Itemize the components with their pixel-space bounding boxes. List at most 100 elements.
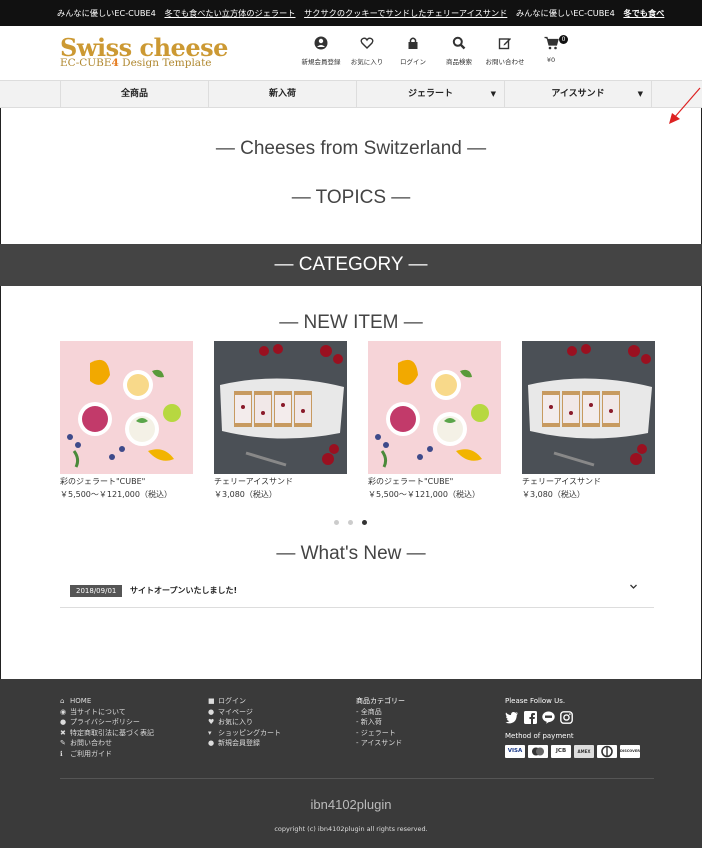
footer-link-register[interactable]: ● 新規会員登録 bbox=[208, 738, 281, 749]
section-title-category: — CATEGORY — bbox=[274, 254, 428, 275]
footer-col-account: ■ ログイン ● マイページ ♥ お気に入り ▾ ショッピングカート ● 新規会員登録 bbox=[208, 696, 281, 749]
lock-icon: ■ bbox=[208, 697, 215, 705]
product-price: ￥3,080（税込） bbox=[522, 490, 585, 499]
cart-count-badge: 0 bbox=[559, 35, 568, 44]
favorites-link[interactable]: お気に入り bbox=[344, 36, 390, 66]
mail-edit-icon: ✎ bbox=[60, 739, 66, 747]
facebook-icon[interactable] bbox=[523, 710, 537, 725]
carousel-dot-active[interactable] bbox=[362, 520, 367, 525]
jcb-icon: JCB bbox=[551, 745, 571, 758]
footer-link-label: ログイン bbox=[218, 697, 246, 705]
search-link[interactable]: 商品検索 bbox=[436, 36, 482, 66]
product-card[interactable]: 彩のジェラート"CUBE" ￥5,500～￥121,000（税込） bbox=[368, 341, 501, 500]
user-circle-icon bbox=[298, 36, 344, 52]
footer-link-cart[interactable]: ▾ ショッピングカート bbox=[208, 728, 281, 739]
footer-link-mypage[interactable]: ● マイページ bbox=[208, 707, 281, 718]
news-item[interactable]: 2018/09/01 サイトオープンいたしました! bbox=[60, 582, 654, 608]
news-title[interactable]: サイトオープンいたしました! bbox=[130, 585, 237, 596]
cart-link[interactable]: 0 ¥0 bbox=[528, 35, 574, 66]
heart-icon bbox=[344, 36, 390, 52]
user-icon: ● bbox=[208, 739, 215, 747]
product-image-gelato[interactable] bbox=[368, 341, 501, 474]
contact-link[interactable]: お問い合わせ bbox=[482, 36, 528, 66]
product-card[interactable]: チェリーアイスサンド ￥3,080（税込） bbox=[214, 341, 347, 500]
info-i-icon: ℹ bbox=[60, 749, 63, 758]
product-name[interactable]: 彩のジェラート"CUBE" bbox=[60, 476, 193, 487]
favorites-label: お気に入り bbox=[350, 58, 384, 66]
site-footer: ⌂ HOME ◉ 当サイトについて ● プライバシーポリシー ✖ 特定商取引法に基づく表… bbox=[0, 679, 702, 848]
ticker-link[interactable]: 冬でも食べ bbox=[623, 8, 664, 18]
nav-label: 全商品 bbox=[120, 89, 148, 99]
footer-link-guide[interactable]: ℹ ご利用ガイド bbox=[60, 749, 154, 760]
user-cog-icon: ● bbox=[208, 707, 215, 716]
footer-copyright: copyright (c) ibn4102plugin all rights r… bbox=[274, 825, 428, 833]
product-image-cherry-sandwich[interactable] bbox=[214, 341, 347, 474]
nav-item-gelato[interactable]: ジェラート ▼ bbox=[356, 81, 504, 107]
footer-link-login[interactable]: ■ ログイン bbox=[208, 696, 281, 707]
footer-link-contact[interactable]: ✎ お問い合わせ bbox=[60, 738, 154, 749]
chevron-down-icon[interactable] bbox=[629, 582, 638, 594]
footer-link-label: HOME bbox=[70, 697, 92, 705]
footer-link-label: プライバシーポリシー bbox=[70, 718, 140, 726]
logo-sub-suffix: Design Template bbox=[118, 57, 212, 69]
carousel-dot[interactable] bbox=[334, 520, 339, 525]
footer-link-privacy[interactable]: ● プライバシーポリシー bbox=[60, 717, 154, 728]
lock-icon bbox=[390, 36, 436, 52]
social-links bbox=[505, 710, 643, 725]
section-title-new-item: — NEW ITEM — bbox=[279, 312, 423, 333]
footer-category-link[interactable]: - 新入荷 bbox=[356, 717, 405, 728]
nav-item-ice-sandwich[interactable]: アイスサンド ▼ bbox=[504, 81, 652, 107]
footer-category-link[interactable]: - 全商品 bbox=[356, 707, 405, 718]
annotation-arrow-icon bbox=[669, 87, 701, 124]
login-link[interactable]: ログイン bbox=[390, 36, 436, 66]
footer-col-categories: 商品カテゴリー - 全商品 - 新入荷 - ジェラート - アイスサンド bbox=[356, 696, 405, 749]
diners-icon bbox=[597, 745, 617, 758]
product-price: ￥5,500～￥121,000（税込） bbox=[368, 490, 480, 499]
ticker-link[interactable]: サクサクのクッキーでサンドしたチェリーアイスサンド bbox=[304, 8, 507, 18]
register-link[interactable]: 新規会員登録 bbox=[298, 36, 344, 66]
footer-link-label: お問い合わせ bbox=[70, 739, 112, 747]
ticker-item: みんなに優しいEC-CUBE4 bbox=[515, 8, 615, 18]
search-label: 商品検索 bbox=[446, 58, 472, 66]
footer-link-about[interactable]: ◉ 当サイトについて bbox=[60, 707, 154, 718]
cart-icon: ▾ bbox=[208, 728, 212, 737]
carousel-dot[interactable] bbox=[348, 520, 353, 525]
line-icon[interactable] bbox=[541, 711, 555, 725]
twitter-icon[interactable] bbox=[505, 711, 519, 725]
instagram-icon[interactable] bbox=[559, 710, 573, 725]
ticker-link[interactable]: 冬でも食べたい立方体のジェラート bbox=[164, 8, 295, 18]
nav-item-all-products[interactable]: 全商品 bbox=[60, 81, 208, 107]
contact-label: お問い合わせ bbox=[485, 58, 525, 66]
mastercard-icon bbox=[528, 745, 548, 758]
product-name[interactable]: チェリーアイスサンド bbox=[522, 476, 655, 487]
carousel-dots bbox=[334, 510, 376, 529]
product-name[interactable]: 彩のジェラート"CUBE" bbox=[368, 476, 501, 487]
caret-down-icon: ▼ bbox=[490, 90, 496, 98]
site-header: Swiss cheese EC-CUBE4 Design Template 新規… bbox=[0, 26, 702, 80]
section-title-whats-new: — What's New — bbox=[276, 543, 426, 564]
logo-subtitle: EC-CUBE4 Design Template bbox=[60, 57, 212, 69]
footer-link-favorites[interactable]: ♥ お気に入り bbox=[208, 717, 281, 728]
nav-label: 新入荷 bbox=[268, 89, 296, 99]
product-image-cherry-sandwich[interactable] bbox=[522, 341, 655, 474]
footer-link-label: ショッピングカート bbox=[218, 728, 281, 737]
payment-methods: VISA JCB AMEX DISCOVER bbox=[505, 745, 643, 758]
footer-link-label: マイページ bbox=[218, 707, 253, 716]
product-card[interactable]: 彩のジェラート"CUBE" ￥5,500～￥121,000（税込） bbox=[60, 341, 193, 500]
ticker-item: みんなに優しいEC-CUBE4 bbox=[57, 8, 156, 18]
product-name[interactable]: チェリーアイスサンド bbox=[214, 476, 347, 487]
section-title-cheeses: — Cheeses from Switzerland — bbox=[215, 138, 487, 159]
footer-category-link[interactable]: - アイスサンド bbox=[356, 738, 405, 749]
footer-link-label: 新規会員登録 bbox=[218, 739, 260, 747]
footer-link-home[interactable]: ⌂ HOME bbox=[60, 696, 154, 707]
footer-link-tokusho[interactable]: ✖ 特定商取引法に基づく表記 bbox=[60, 728, 154, 739]
footer-brand: ibn4102plugin bbox=[310, 797, 392, 812]
logo-sub-version: 4 bbox=[111, 57, 119, 69]
home-icon: ⌂ bbox=[60, 697, 65, 705]
header-icon-menu: 新規会員登録 お気に入り ログイン 商品検索 お問い合わせ 0 ¥0 bbox=[298, 35, 574, 66]
product-image-gelato[interactable] bbox=[60, 341, 193, 474]
nav-item-new-arrivals[interactable]: 新入荷 bbox=[208, 81, 356, 107]
product-card[interactable]: チェリーアイスサンド ￥3,080（税込） bbox=[522, 341, 655, 500]
footer-category-link[interactable]: - ジェラート bbox=[356, 728, 405, 739]
caret-down-icon: ▼ bbox=[637, 90, 643, 98]
